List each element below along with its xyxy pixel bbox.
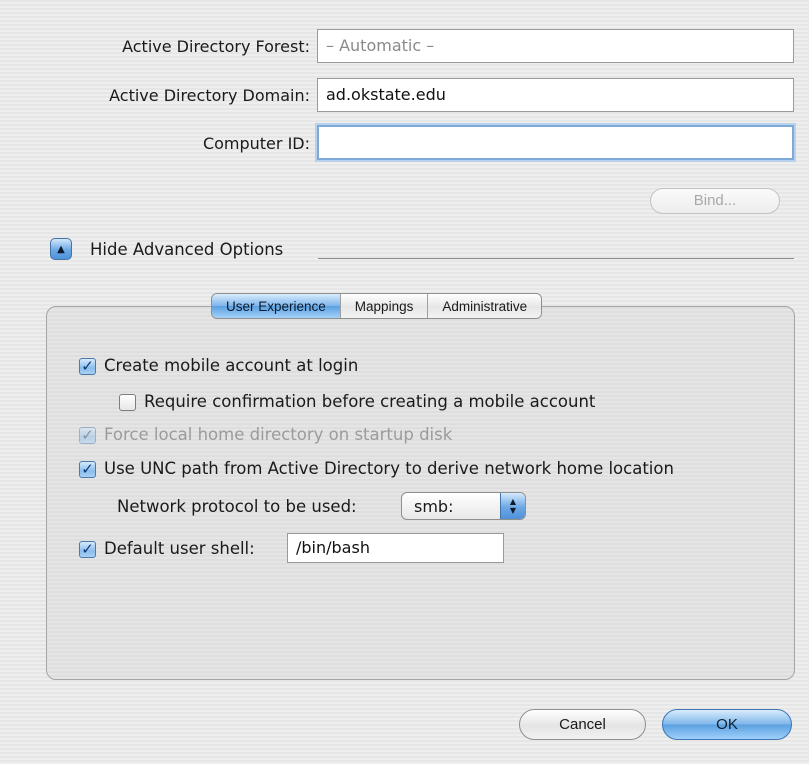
checkmark-icon: ✓ <box>81 426 94 444</box>
advanced-separator <box>318 258 794 259</box>
network-protocol-popup[interactable]: smb: ▲ ▼ <box>401 492 526 520</box>
default-shell-checkbox[interactable]: ✓ <box>79 541 96 558</box>
computer-id-label: Computer ID: <box>202 134 310 153</box>
require-confirmation-checkbox[interactable] <box>119 394 136 411</box>
tab-bar: User Experience Mappings Administrative <box>211 293 543 319</box>
advanced-options-dialog: { "form": { "forest_label": "Active Dire… <box>0 0 809 764</box>
forest-label: Active Directory Forest: <box>122 37 310 56</box>
default-shell-field[interactable]: /bin/bash <box>287 533 504 563</box>
ok-button[interactable]: OK <box>662 709 792 740</box>
checkmark-icon: ✓ <box>81 357 94 375</box>
hide-advanced-label: Hide Advanced Options <box>90 240 284 259</box>
default-shell-label: Default user shell: <box>104 539 255 558</box>
computer-id-field[interactable] <box>317 125 794 160</box>
tab-mappings[interactable]: Mappings <box>339 294 428 318</box>
mobile-account-label: Create mobile account at login <box>104 356 359 375</box>
use-unc-path-checkbox[interactable]: ✓ <box>79 461 96 478</box>
force-local-home-checkbox: ✓ <box>79 427 96 444</box>
force-local-home-label: Force local home directory on startup di… <box>104 425 453 444</box>
require-confirmation-label: Require confirmation before creating a m… <box>144 392 596 411</box>
tab-administrative[interactable]: Administrative <box>427 294 542 318</box>
domain-label: Active Directory Domain: <box>109 86 310 105</box>
cancel-button[interactable]: Cancel <box>519 709 646 740</box>
bind-button[interactable]: Bind... <box>650 188 780 214</box>
network-protocol-value: smb: <box>414 496 454 516</box>
use-unc-path-label: Use UNC path from Active Directory to de… <box>104 459 674 478</box>
checkmark-icon: ✓ <box>81 460 94 478</box>
mobile-account-checkbox[interactable]: ✓ <box>79 358 96 375</box>
hide-advanced-toggle[interactable]: ▲ <box>50 238 72 260</box>
checkmark-icon: ✓ <box>81 540 94 558</box>
network-protocol-label: Network protocol to be used: <box>117 497 357 516</box>
tab-user-experience[interactable]: User Experience <box>212 294 340 318</box>
updown-arrows-icon: ▲ ▼ <box>500 493 525 519</box>
forest-field[interactable]: – Automatic – <box>317 29 794 63</box>
domain-field[interactable]: ad.okstate.edu <box>317 78 794 112</box>
triangle-up-icon: ▲ <box>57 243 65 255</box>
